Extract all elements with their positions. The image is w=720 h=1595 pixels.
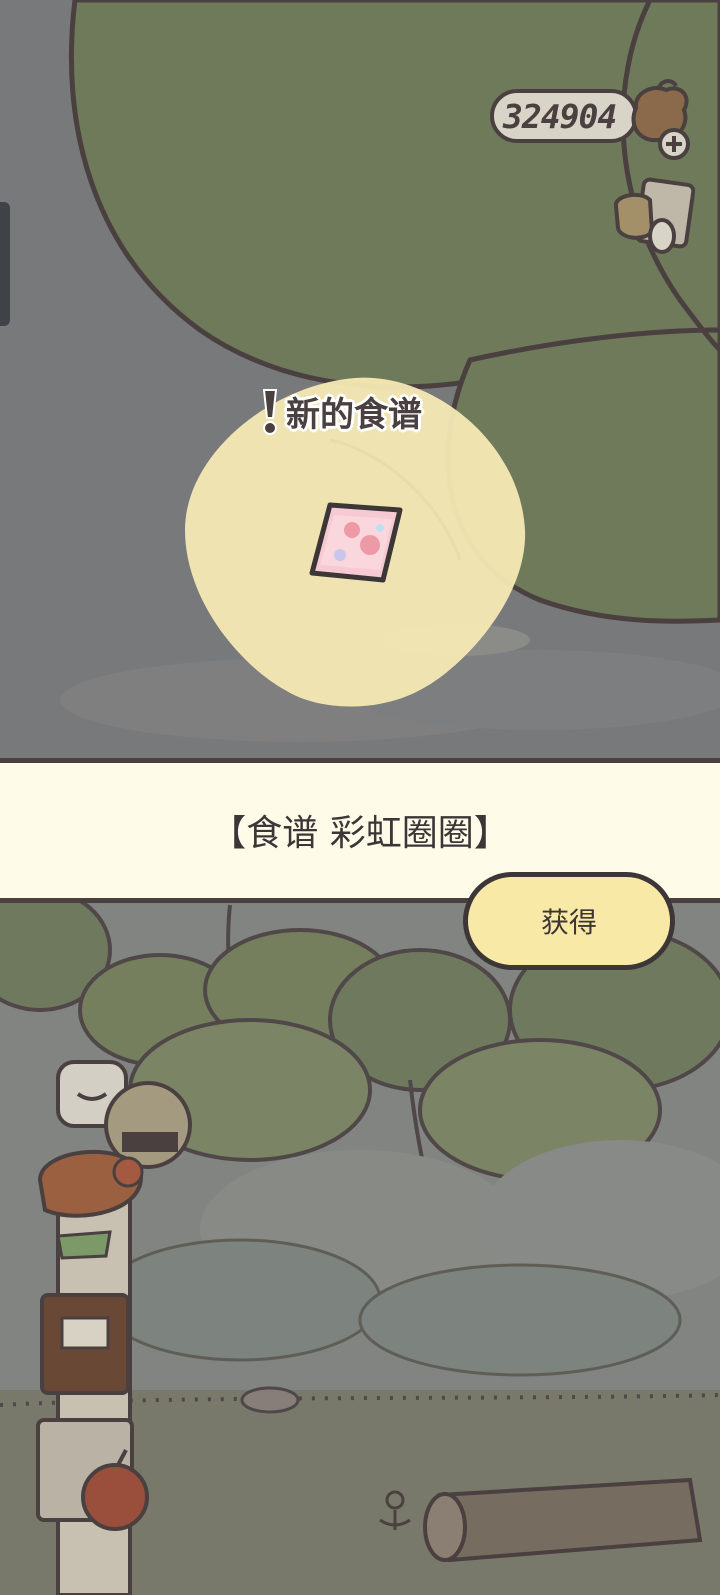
new-recipe-label: 新的食谱	[286, 394, 422, 435]
plus-icon[interactable]	[660, 130, 690, 160]
obtain-button[interactable]: 获得	[463, 872, 675, 970]
new-recipe-notice: 新的食谱	[260, 385, 422, 437]
game-screen: 324904 新的食谱 【食谱 彩虹圈圈】 获得	[0, 0, 720, 1595]
obtain-button-label: 获得	[540, 906, 597, 939]
cup-and-book-icon[interactable]	[610, 176, 695, 256]
rainbow-recipe-card-icon	[309, 502, 403, 583]
reward-title: 【食谱 彩虹圈圈】	[210, 813, 510, 854]
exclamation-icon	[262, 389, 278, 435]
side-drawer-handle[interactable]	[0, 202, 10, 326]
